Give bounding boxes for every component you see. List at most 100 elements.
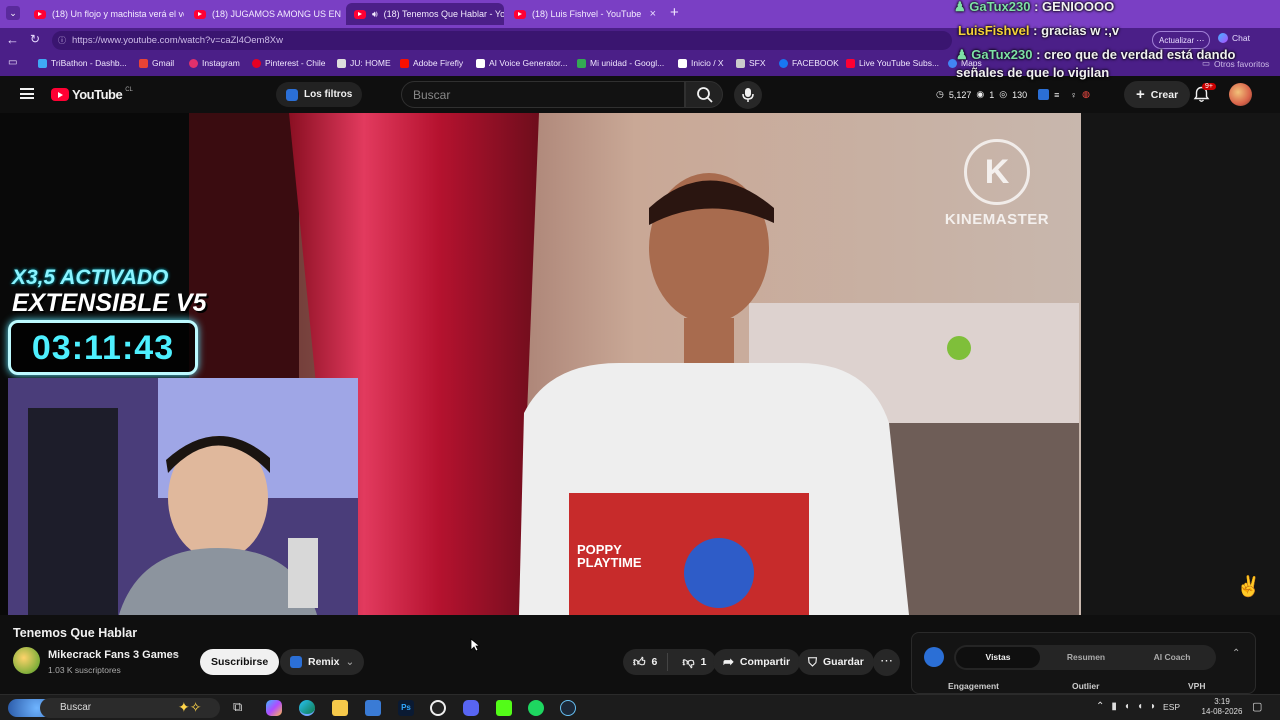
browser-tab[interactable]: (18) JUGAMOS AMONG US EN LA × [186,3,344,25]
subscribe-button[interactable]: Suscribirse [200,649,280,675]
collapse-icon[interactable]: ⌃ [1232,648,1240,659]
menu-icon[interactable] [20,88,34,99]
ideas-icon[interactable]: ♀ [1070,90,1077,100]
reading-mode-icon[interactable]: ▭ [8,57,17,68]
bookmark-item[interactable]: AI Voice Generator... [476,58,567,68]
notification-center-icon[interactable]: ▢ [1252,700,1262,713]
tab-vistas[interactable]: Vistas [956,647,1040,668]
bookmark-label: AI Voice Generator... [489,58,568,68]
tab-label: AI Coach [1153,652,1191,662]
edge-browser-icon[interactable] [299,700,315,716]
tab-ai-coach[interactable]: AI Coach [1130,647,1214,668]
bookmark-item[interactable]: Inicio / X [678,58,724,68]
tab-resumen[interactable]: Resumen [1044,647,1128,668]
kick-icon[interactable] [496,700,512,716]
obs-icon[interactable] [430,700,446,716]
video-title: Tenemos Que Hablar [13,626,138,640]
spotify-icon[interactable] [528,700,544,716]
bookmark-item[interactable]: FACEBOOK [779,58,839,68]
more-actions-button[interactable]: ⋯ [873,649,900,676]
language-indicator[interactable]: ESP [1163,702,1180,712]
chat-username: GaTux230 [971,47,1033,62]
back-icon[interactable]: ← [6,32,19,47]
channel-name[interactable]: Mikecrack Fans 3 Games [48,649,179,661]
filters-button[interactable]: Los filtros [276,82,363,107]
extension-logo-icon[interactable] [924,647,944,667]
remix-button[interactable]: Remix ⌄ [280,649,365,675]
bookmark-item[interactable]: Gmail [139,58,174,68]
chat-text: GENIOOOO [1042,0,1115,14]
notifications-button[interactable]: 9+ [1193,83,1216,108]
bookmark-favicon-icon [139,58,148,68]
bookmark-label: Adobe Firefly [413,58,464,68]
subscribe-label: Suscribirse [211,656,269,668]
copilot-icon[interactable] [266,700,282,716]
bookmark-item[interactable]: JU: HOME [337,58,391,68]
like-button[interactable]: 👍︎ 6 [623,653,669,671]
voice-search-button[interactable] [734,81,762,109]
bookmark-item[interactable]: TriBathon - Dashb... [38,58,127,68]
search-placeholder: Buscar [413,88,451,102]
alert-icon[interactable]: ◍ [1082,89,1090,100]
discord-icon[interactable] [463,700,479,716]
chevron-up-icon[interactable]: ⌃ [1096,701,1104,712]
task-view-icon[interactable]: ⧉ [233,699,242,715]
clock-icon: ◷ [936,89,944,99]
extension-logo-icon[interactable] [1038,89,1050,100]
chat-message: ♟︎ GaTux230 : GENIOOOO [954,0,1115,14]
speaker-icon[interactable]: ◖ [1124,701,1130,712]
bookmark-label: TriBathon - Dashb... [51,58,127,68]
browser-tab[interactable]: (18) Luis Fishvel - YouTube × [506,3,664,25]
photoshop-icon[interactable]: Ps [398,700,414,716]
windows-taskbar: Buscar ✦✧ ⧉ Ps ⌃ ▮ ◖ ◖ ◗ ESP 3:19 14-08-… [0,694,1280,720]
microphone-icon[interactable]: ▮ [1111,701,1117,712]
channel-avatar[interactable] [13,647,40,674]
reload-icon[interactable]: ↻ [30,32,40,46]
bookmark-favicon-icon [678,58,687,68]
close-tab-icon[interactable]: × [650,8,656,20]
bookmark-item[interactable]: SFX [736,58,766,68]
url-field[interactable]: ⓘ https://www.youtube.com/watch?v=caZl4O… [52,31,952,50]
sparkle-icon: ✦✧ [178,699,202,715]
browser-tab[interactable]: (18) Un flojo y machista verá el ve × [26,3,184,25]
save-button[interactable]: ⛉ Guardar [798,649,874,675]
bookmark-item[interactable]: Live YouTube Subs... [846,58,939,68]
tab-title: (18) Luis Fishvel - YouTube [532,9,642,19]
speaker-icon[interactable]: ◖ [1137,701,1143,712]
dislike-count: 1 [700,656,707,668]
avatar[interactable] [1229,83,1252,106]
browser-tab-active[interactable]: 🔊︎ (18) Tenemos Que Hablar - Yo × [346,3,504,25]
taskbar-search[interactable]: Buscar ✦✧ [40,698,220,718]
chat-username: LuisFishvel [958,23,1030,38]
bookmark-item[interactable]: Adobe Firefly [400,58,463,68]
bookmark-item[interactable]: Instagram [189,58,240,68]
share-button[interactable]: ➦ Compartir [713,649,801,675]
remix-label: Remix [308,656,340,668]
steam-icon[interactable] [560,700,576,716]
new-tab-button[interactable]: + [670,4,679,21]
speaker-icon[interactable]: 🔊︎ [372,9,378,20]
bookmark-item[interactable]: Pinterest - Chile [252,58,325,68]
logo-text: YouTube [72,87,123,102]
dislike-button[interactable]: 👎︎ 1 [674,655,716,670]
bookmark-item[interactable]: Mi unidad - Googl... [577,58,664,68]
search-button[interactable] [685,81,723,108]
watermark-text: KINEMASTER [944,211,1050,228]
store-icon[interactable] [365,700,381,716]
search-input[interactable]: Buscar [401,81,685,108]
site-info-icon[interactable]: ⓘ [58,35,66,46]
extension-badge-icon [290,656,302,668]
tab-title: (18) Un flojo y machista verá el ve [52,9,184,19]
plus-icon: + [1136,86,1145,103]
tab-actions-icon[interactable]: ⌄ [6,6,20,20]
shirt-print-text: POPPY PLAYTIME [577,542,642,570]
list-icon[interactable]: ≡ [1054,90,1059,100]
bookmark-label: Mi unidad - Googl... [590,58,665,68]
clock[interactable]: 3:19 14-08-2026 [1200,697,1244,717]
chat-message: ♟︎ GaTux230 : creo que de verdad está da… [956,47,1236,80]
file-explorer-icon[interactable] [332,700,348,716]
bookmark-icon: ⛉ [808,654,818,669]
youtube-logo[interactable]: YouTube CL [51,87,133,102]
wifi-icon[interactable]: ◗ [1150,701,1156,712]
bookmark-label: Instagram [202,58,240,68]
